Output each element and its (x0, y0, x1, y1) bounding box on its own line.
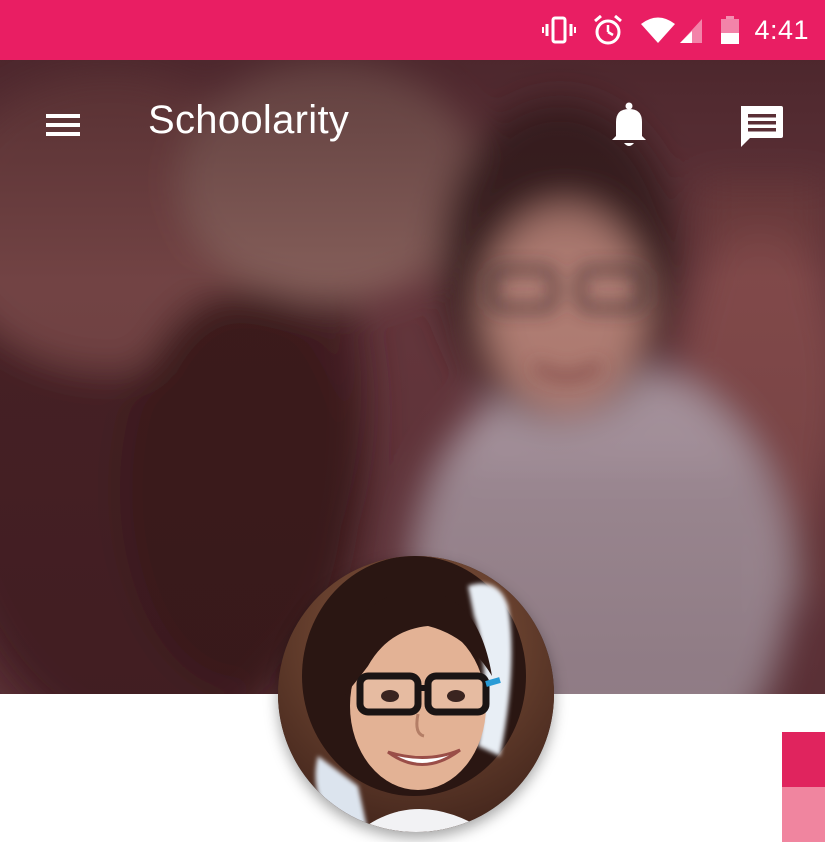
avatar[interactable] (278, 556, 554, 832)
status-time: 4:41 (754, 14, 809, 45)
menu-button[interactable] (44, 108, 84, 142)
partial-card-edge[interactable] (782, 732, 825, 842)
card-top-strip (782, 732, 825, 787)
wifi-icon (640, 15, 676, 45)
battery-icon (720, 15, 740, 45)
student-avatar-photo (278, 556, 554, 832)
notifications-button[interactable] (608, 100, 650, 150)
app-screen: 4:41 Schoolarity (0, 0, 825, 842)
signal-icon (678, 15, 704, 45)
app-toolbar: Schoolarity (0, 60, 825, 194)
chat-icon (741, 106, 783, 147)
bell-icon (612, 102, 646, 146)
vibrate-icon (542, 15, 577, 45)
messages-button[interactable] (736, 102, 786, 150)
menu-icon (46, 114, 80, 136)
card-bottom-strip (782, 787, 825, 842)
status-bar: 4:41 (0, 0, 825, 60)
alarm-icon (592, 14, 624, 45)
app-title: Schoolarity (148, 98, 350, 142)
